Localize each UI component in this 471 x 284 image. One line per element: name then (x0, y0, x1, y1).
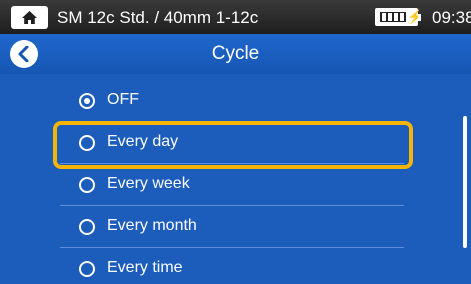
scrollbar[interactable] (463, 116, 467, 248)
option-off[interactable]: OFF (60, 80, 404, 122)
radio-unselected-icon (79, 219, 95, 235)
clock: 09:38 (432, 8, 471, 27)
title-bar: Cycle (0, 34, 471, 74)
radio-selected-icon (79, 93, 95, 109)
option-every-week[interactable]: Every week (60, 164, 404, 206)
option-label: Every time (107, 259, 183, 276)
radio-unselected-icon (79, 261, 95, 277)
option-label: Every month (107, 217, 197, 234)
option-label: OFF (107, 91, 139, 108)
page-title: Cycle (211, 43, 260, 64)
recipe-path: SM 12c Std. / 40mm 1-12c (57, 8, 259, 27)
radio-unselected-icon (79, 177, 95, 193)
option-every-time[interactable]: Every time (60, 248, 404, 284)
highlight-frame (53, 121, 413, 169)
status-bar: SM 12c Std. / 40mm 1-12c ⚡ 09:38 (0, 0, 471, 34)
home-button[interactable] (11, 6, 48, 29)
home-icon (22, 11, 37, 24)
option-label: Every week (107, 175, 190, 192)
option-every-month[interactable]: Every month (60, 206, 404, 248)
battery-charging-icon: ⚡ (375, 8, 423, 26)
